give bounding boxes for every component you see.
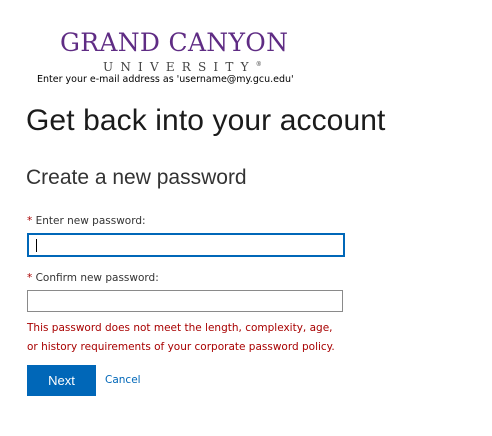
- logo-subtitle: UNIVERSITY®: [103, 57, 274, 75]
- trademark-mark: ®: [255, 61, 262, 68]
- university-logo: GRAND CANYON UNIVERSITY®: [60, 28, 289, 75]
- logo-subtitle-text: UNIVERSITY: [103, 60, 256, 74]
- page-title: Get back into your account: [26, 104, 386, 137]
- cancel-link[interactable]: Cancel: [105, 374, 141, 386]
- password-error-message: This password does not meet the length, …: [27, 319, 357, 357]
- section-title: Create a new password: [26, 166, 247, 189]
- new-password-input[interactable]: [27, 233, 345, 257]
- banner-note: Enter your e-mail address as 'username@m…: [37, 74, 294, 85]
- confirm-password-label-text: Confirm new password:: [35, 272, 159, 284]
- required-marker: *: [27, 272, 33, 284]
- next-button[interactable]: Next: [27, 365, 96, 396]
- required-marker: *: [27, 215, 33, 227]
- error-line-2: or history requirements of your corporat…: [27, 341, 335, 353]
- text-caret: [36, 239, 37, 252]
- confirm-password-input[interactable]: [27, 290, 343, 312]
- confirm-password-label: * Confirm new password:: [27, 272, 159, 284]
- new-password-label: * Enter new password:: [27, 215, 146, 227]
- error-line-1: This password does not meet the length, …: [27, 322, 333, 334]
- new-password-label-text: Enter new password:: [35, 215, 146, 227]
- logo-title: GRAND CANYON: [60, 28, 289, 57]
